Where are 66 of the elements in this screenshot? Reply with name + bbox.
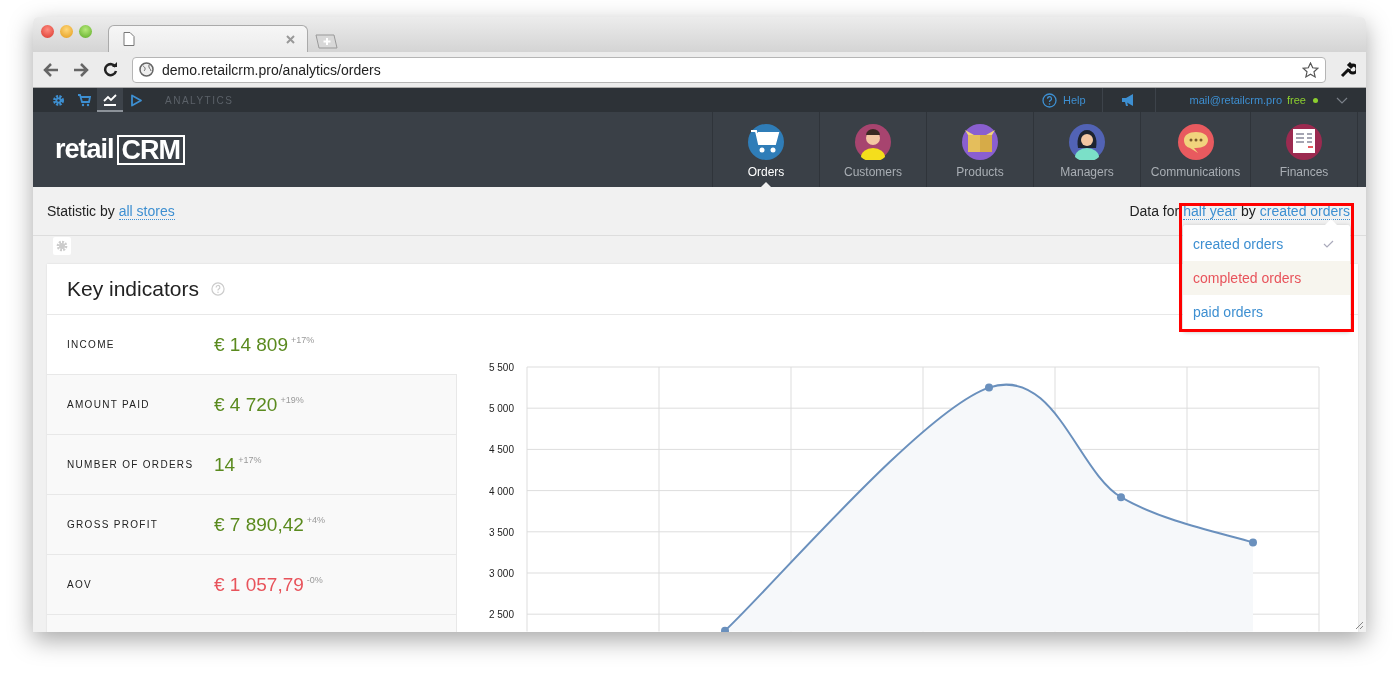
indicator-label: INCOME	[67, 339, 116, 350]
change-percent: +17%	[290, 334, 315, 345]
help-link[interactable]: Help	[1025, 92, 1102, 108]
nav-tab[interactable]: Finances	[1251, 112, 1358, 187]
change-percent: -0%	[306, 574, 323, 585]
data-point	[1117, 493, 1125, 502]
menu-item[interactable]: created orders	[1183, 227, 1350, 261]
indicator-value: € 4 720	[214, 393, 278, 416]
globe-icon	[139, 62, 154, 77]
nav-tab[interactable]: Products	[927, 112, 1034, 187]
reload-icon[interactable]	[103, 62, 118, 77]
forward-icon[interactable]	[73, 62, 89, 77]
indicator-label: AOV	[67, 579, 94, 590]
star-icon[interactable]	[1302, 61, 1319, 78]
indicator-label: NUMBER OF ORDERS	[67, 459, 195, 470]
y-axis-label: 4 500	[489, 444, 514, 456]
close-tab-icon[interactable]	[286, 34, 295, 44]
period-label: Data for	[1129, 202, 1180, 220]
logo[interactable]: retail CRM	[33, 112, 186, 187]
nav-tab[interactable]: Managers	[1034, 112, 1141, 187]
stores-link[interactable]: all stores	[118, 202, 175, 220]
change-percent: +17%	[238, 454, 262, 465]
plan-label: free	[1287, 94, 1306, 106]
mode-label: by	[1240, 202, 1256, 220]
page-icon	[123, 32, 135, 46]
y-axis-label: 3 500	[489, 526, 514, 538]
change-percent: +4%	[306, 514, 326, 525]
indicator-value: € 1 057,79	[214, 573, 304, 596]
menu-item[interactable]: completed orders	[1183, 261, 1350, 295]
resize-handle-icon[interactable]	[1354, 620, 1364, 630]
data-point	[1249, 538, 1257, 547]
online-status-dot	[1313, 97, 1318, 103]
speech-bubble-icon	[1177, 124, 1214, 160]
address-bar[interactable]: demo.retailcrm.pro/analytics/orders	[132, 56, 1326, 83]
indicator-label: GROSS PROFIT	[67, 519, 160, 530]
data-point	[721, 626, 729, 632]
y-axis-label: 5 000	[489, 403, 514, 415]
box-icon	[962, 124, 998, 160]
change-percent: +19%	[280, 394, 304, 405]
help-icon	[1041, 92, 1057, 108]
indicator-value: € 14 809	[214, 333, 288, 356]
document-icon	[1286, 124, 1322, 160]
person-avatar-icon	[1069, 124, 1105, 160]
y-axis-label: 3 000	[489, 568, 514, 579]
card-title: Key indicators	[67, 277, 199, 301]
y-axis-label: 5 500	[489, 362, 514, 373]
indicator-value: € 7 890,42	[214, 513, 304, 536]
back-icon[interactable]	[43, 62, 59, 77]
indicator-value: 14	[214, 453, 236, 476]
account-email[interactable]: mail@retailcrm.pro	[1189, 94, 1283, 106]
cart-icon	[748, 124, 784, 160]
wrench-icon[interactable]	[1340, 61, 1356, 78]
menu-item[interactable]: paid orders	[1183, 295, 1350, 329]
chart-app-icon[interactable]	[97, 88, 123, 112]
data-point	[985, 383, 993, 392]
person-avatar-icon	[855, 124, 891, 160]
y-axis-label: 2 500	[489, 609, 514, 621]
filter-label: Statistic by	[47, 202, 115, 220]
new-tab-button[interactable]	[314, 34, 338, 49]
indicator-label: AMOUNT PAID	[67, 399, 151, 410]
chevron-down-icon[interactable]	[1336, 96, 1348, 104]
browser-tab[interactable]	[108, 25, 308, 52]
nav-tab[interactable]: Communications	[1141, 112, 1251, 187]
close-window-button[interactable]	[41, 25, 54, 38]
nav-tab[interactable]: Customers	[820, 112, 927, 187]
y-axis-label: 4 000	[489, 485, 514, 497]
